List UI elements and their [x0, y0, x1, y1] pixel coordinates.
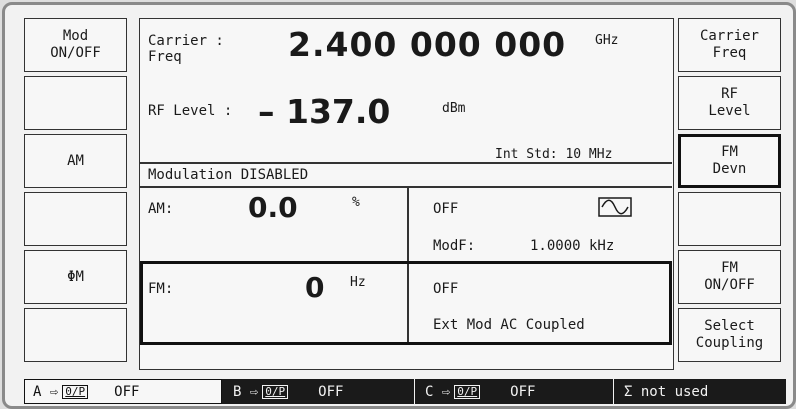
fm-on-off-softkey[interactable]: FM ON/OFF: [678, 250, 781, 304]
rf-level-unit: dBm: [442, 101, 466, 116]
rf-level-label: RF Level :: [148, 103, 233, 119]
sine-wave-icon: [598, 197, 632, 217]
status-bar: A ⇨ 0/P OFF B ⇨ 0/P OFF C ⇨ 0/P OFF Σ no…: [24, 379, 786, 404]
fm-coupling: Ext Mod AC Coupled: [433, 317, 585, 333]
am-state: OFF: [433, 201, 459, 217]
output-c-box: 0/P: [454, 384, 481, 399]
softkey-label-line2: Freq: [712, 45, 747, 61]
softkey-label-line2: ON/OFF: [50, 45, 101, 61]
softkey-label: ΦM: [67, 268, 84, 285]
divider: [407, 264, 409, 342]
carrier-freq-softkey[interactable]: Carrier Freq: [678, 18, 781, 72]
output-a-state: OFF: [114, 383, 140, 400]
carrier-freq-value[interactable]: 2.400 000 000: [288, 25, 566, 64]
instrument-screen: Mod ON/OFF AM ΦM Carrier Freq RF Level F…: [6, 6, 789, 404]
softkey-label-line2: ON/OFF: [704, 277, 755, 293]
phase-mod-softkey[interactable]: ΦM: [24, 250, 127, 304]
softkey-label-line2: Coupling: [695, 335, 764, 351]
blank-softkey-left-6[interactable]: [24, 308, 127, 362]
softkey-label: AM: [67, 152, 84, 169]
carrier-label-freq: Freq: [148, 49, 182, 65]
softkey-label-line1: FM: [721, 144, 738, 160]
output-c-status[interactable]: C ⇨ 0/P OFF: [417, 379, 614, 404]
rf-level-value[interactable]: – 137.0: [258, 92, 390, 131]
output-b-status[interactable]: B ⇨ 0/P OFF: [225, 379, 415, 404]
carrier-freq-unit: GHz: [595, 33, 619, 48]
fm-label: FM:: [148, 281, 174, 297]
sigma-label: Σ not used: [624, 383, 709, 400]
softkey-label-line1: FM: [721, 260, 738, 276]
fm-unit: Hz: [350, 275, 366, 290]
softkey-label-line1: Carrier: [699, 28, 759, 44]
output-c-state: OFF: [510, 383, 536, 400]
output-c-label: C ⇨: [425, 383, 451, 400]
int-std-label: Int Std: 10 MHz: [495, 147, 613, 162]
output-a-box: 0/P: [62, 384, 89, 399]
fm-deviation-value[interactable]: 0: [305, 271, 324, 304]
fm-active-panel[interactable]: [140, 261, 672, 345]
am-modf-label: ModF:: [433, 238, 476, 254]
sigma-status: Σ not used: [616, 379, 786, 404]
divider: [140, 186, 672, 188]
am-softkey[interactable]: AM: [24, 134, 127, 188]
output-b-label: B ⇨: [233, 383, 259, 400]
divider: [407, 186, 409, 261]
am-unit: %: [352, 195, 360, 210]
output-a-label: A ⇨: [33, 383, 59, 400]
softkey-label-line2: Devn: [712, 161, 747, 177]
modulation-status: Modulation DISABLED: [148, 167, 309, 183]
divider: [140, 162, 672, 164]
carrier-label: Carrier :: [148, 33, 224, 49]
fm-state: OFF: [433, 281, 459, 297]
softkey-label-line1: Mod: [62, 28, 89, 44]
output-b-box: 0/P: [262, 384, 289, 399]
softkey-label-line2: Level: [708, 103, 751, 119]
output-a-status[interactable]: A ⇨ 0/P OFF: [24, 379, 222, 404]
am-label: AM:: [148, 201, 174, 217]
main-display: Carrier : Freq 2.400 000 000 GHz RF Leve…: [139, 18, 674, 370]
blank-softkey-right-4[interactable]: [678, 192, 781, 246]
am-modf-value[interactable]: 1.0000 kHz: [530, 238, 614, 254]
softkey-label-line1: RF: [721, 86, 738, 102]
softkey-label-line1: Select: [704, 318, 755, 334]
fm-devn-softkey[interactable]: FM Devn: [678, 134, 781, 188]
output-b-state: OFF: [318, 383, 344, 400]
am-value[interactable]: 0.0: [248, 191, 298, 224]
blank-softkey-left-2[interactable]: [24, 76, 127, 130]
blank-softkey-left-4[interactable]: [24, 192, 127, 246]
select-coupling-softkey[interactable]: Select Coupling: [678, 308, 781, 362]
mod-on-off-softkey[interactable]: Mod ON/OFF: [24, 18, 127, 72]
rf-level-softkey[interactable]: RF Level: [678, 76, 781, 130]
